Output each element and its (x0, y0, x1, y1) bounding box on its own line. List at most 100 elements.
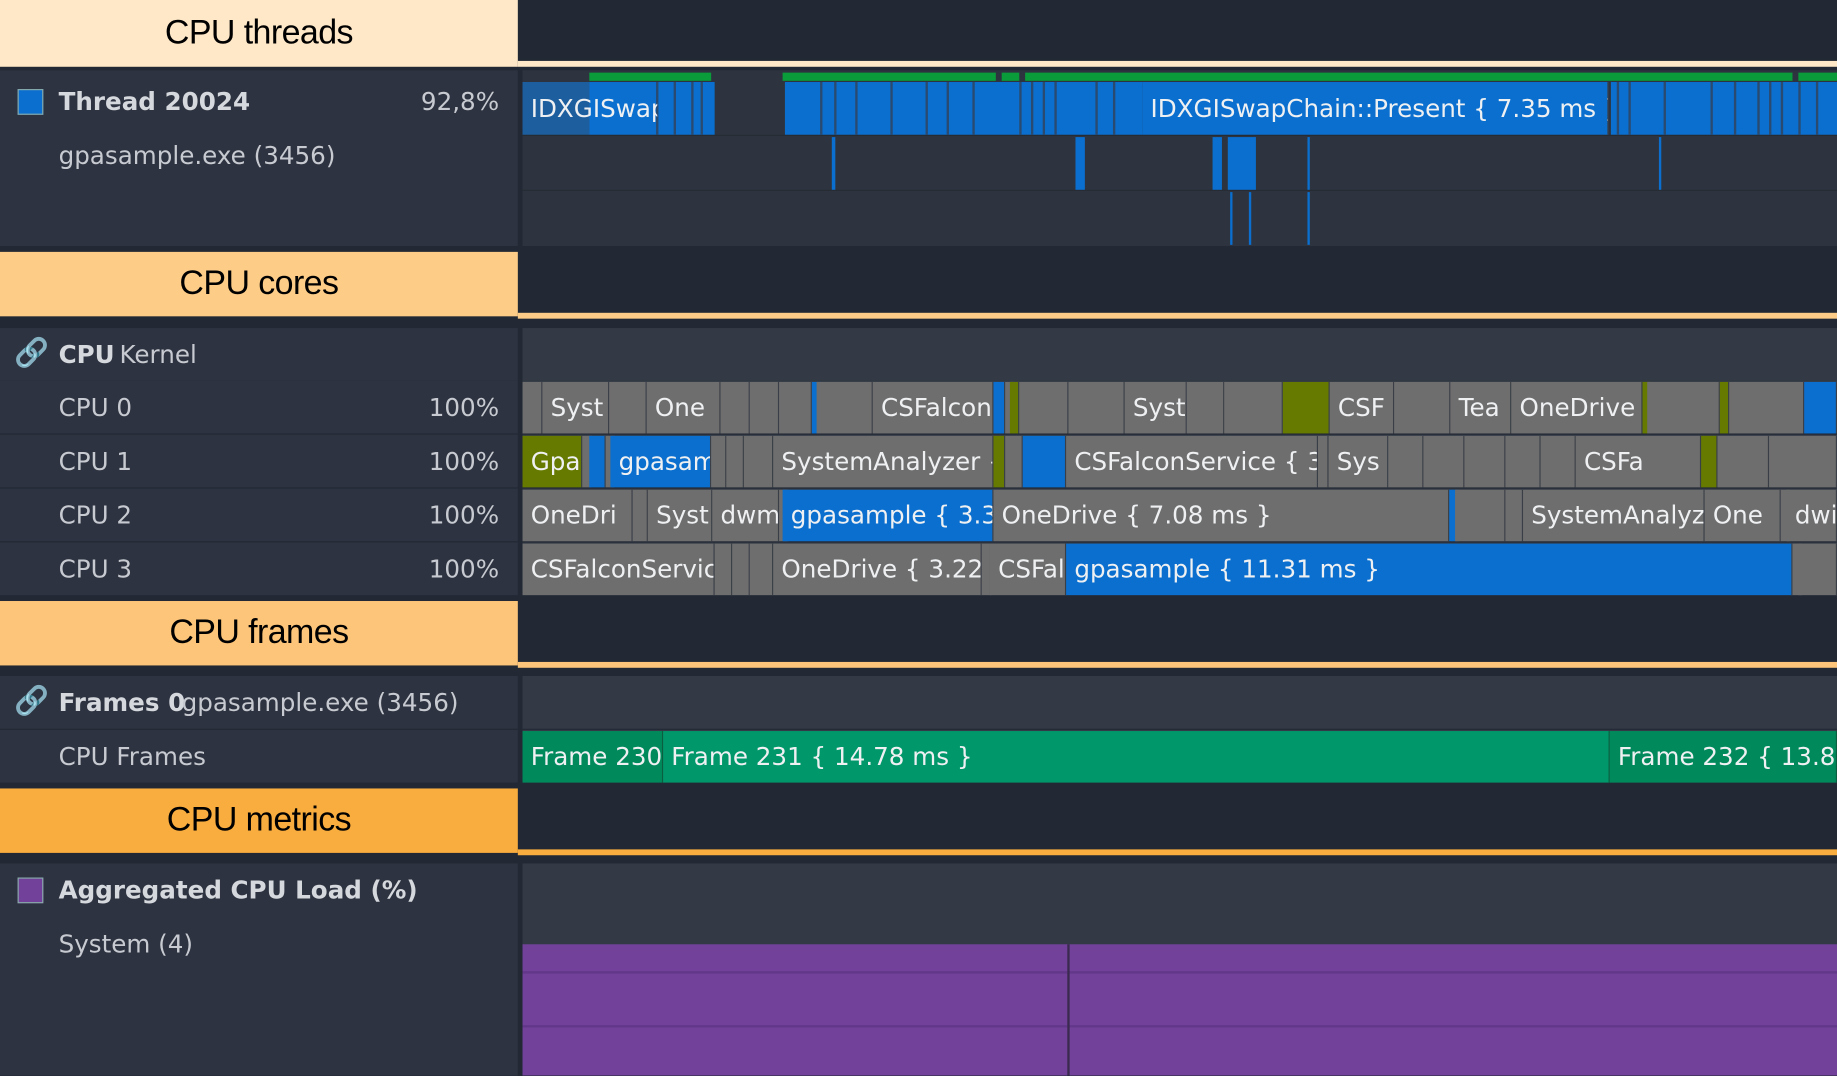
nested-slice[interactable] (1307, 137, 1310, 190)
cpu-slice[interactable] (1505, 489, 1524, 542)
cpu-slice[interactable] (743, 435, 774, 488)
cpu-slice[interactable] (720, 381, 750, 434)
cpu-slice[interactable]: gpasample { 11.31 ms } (1066, 543, 1793, 596)
frames-group-row[interactable]: 🔗 Frames 0 gpasample.exe (3456) (0, 675, 518, 729)
thread-slice[interactable]: IDXGISwap (522, 82, 658, 135)
cpu-slice[interactable]: gpasample { 3.3 (782, 489, 994, 542)
cpu-slice[interactable] (749, 543, 774, 596)
cpu-slice[interactable]: dwi (1786, 489, 1837, 542)
cpu-slice[interactable] (1540, 435, 1576, 488)
cpu-slice[interactable] (1505, 435, 1541, 488)
cpu-timeline-3[interactable]: CSFalconServic OneDrive { 3.22 CSFal gpasam… (522, 542, 1837, 596)
cpu-slice[interactable]: CSFa (1575, 435, 1702, 488)
cpu-slice[interactable] (1009, 381, 1020, 434)
cpu-slice[interactable]: Gpa (522, 435, 583, 488)
cpu-frames-timeline[interactable]: Frame 230 Frame 231 { 14.78 ms } Frame 232… (522, 729, 1837, 783)
cpu-slice[interactable]: OneDrive { 7.08 ms } (993, 489, 1450, 542)
thread-slice[interactable] (1610, 82, 1837, 135)
metrics-label-panel[interactable]: Aggregated CPU Load (%) System (4) (0, 863, 518, 1076)
cpu-slice[interactable] (749, 381, 780, 434)
section-header-cpu-threads[interactable]: CPU threads (0, 0, 518, 67)
nested-slice[interactable] (1230, 192, 1233, 245)
cpu-slice[interactable] (732, 543, 750, 596)
cpu-slice[interactable] (1005, 435, 1023, 488)
cpu-row-2[interactable]: CPU 2 100% (0, 488, 518, 542)
metric-timeline[interactable] (522, 863, 1837, 1076)
cpu-slice[interactable] (1717, 435, 1770, 488)
cpu-slice[interactable]: CSFalconServic (522, 543, 715, 596)
cpu-slice[interactable]: CSFalconService { 3. (1066, 435, 1319, 488)
nested-slice[interactable] (1658, 137, 1662, 190)
cpu-slice[interactable] (1388, 435, 1424, 488)
cpu-row-0[interactable]: CPU 0 100% (0, 380, 518, 434)
cpu-slice[interactable]: Sys (1328, 435, 1389, 488)
cpu-slice[interactable] (711, 435, 727, 488)
cpu-slice[interactable] (1719, 381, 1730, 434)
cpu-timeline-1[interactable]: Gpa gpasam SystemAnalyzer { CSFalconService… (522, 434, 1837, 488)
cpu-slice[interactable] (1282, 381, 1330, 434)
cpu-slice[interactable] (993, 435, 1006, 488)
section-header-cpu-metrics[interactable]: CPU metrics (0, 788, 518, 853)
thread-slice[interactable] (784, 82, 1143, 135)
cpu-slice[interactable] (1068, 381, 1125, 434)
cpu-slice[interactable] (726, 435, 744, 488)
nested-slice[interactable] (1307, 192, 1310, 245)
cpu-slice[interactable]: gpasam (610, 435, 712, 488)
frame-slice[interactable]: Frame 232 { 13.84 (1609, 731, 1837, 783)
cpu-slice[interactable]: dwm (712, 489, 780, 542)
cpu-slice[interactable] (1804, 381, 1837, 434)
cpu-slice[interactable] (993, 381, 1006, 434)
cpu-slice[interactable] (1022, 435, 1067, 488)
cpu-slice[interactable] (1019, 381, 1069, 434)
section-header-cpu-cores[interactable]: CPU cores (0, 251, 518, 317)
cpu-slice[interactable]: OneDri (522, 489, 633, 542)
cpu-slice[interactable]: Syst (1124, 381, 1187, 434)
cpu-slice[interactable]: OneDrive { 3.22 (773, 543, 982, 596)
cpu-slice[interactable]: One (1704, 489, 1781, 542)
nested-slice[interactable] (1075, 137, 1085, 190)
cpu-slice[interactable]: One (646, 381, 721, 434)
cpu-slice[interactable] (1729, 381, 1805, 434)
cpu-slice[interactable] (1769, 435, 1837, 488)
cpu-slice[interactable]: Tea (1450, 381, 1512, 434)
cpu-slice[interactable] (1701, 435, 1718, 488)
nested-slice[interactable] (1212, 137, 1222, 190)
cpu-group-row[interactable]: 🔗 CPU Kernel (0, 328, 518, 381)
cpu-slice[interactable] (589, 435, 606, 488)
cpu-slice[interactable] (816, 381, 873, 434)
cpu-slice[interactable] (714, 543, 733, 596)
cpu-slice[interactable] (1647, 381, 1720, 434)
thread-slice-present[interactable]: IDXGISwapChain::Present { 7.35 ms } (1142, 82, 1609, 135)
cpu-timeline-0[interactable]: Syst One CSFalcon Syst CSF Tea OneDrive (522, 380, 1837, 434)
cpu-slice[interactable] (1798, 543, 1837, 596)
cpu-slice[interactable] (1318, 435, 1329, 488)
thread-timeline[interactable]: IDXGISwap IDXGISwapChain::Present { 7.35 … (522, 70, 1837, 247)
cpu-slice[interactable]: CSFalcon (872, 381, 994, 434)
cpu-slice[interactable]: Syst (542, 381, 610, 434)
cpu-slice[interactable] (1224, 381, 1283, 434)
nested-slice[interactable] (1227, 137, 1256, 190)
cpu-frames-row[interactable]: CPU Frames (0, 729, 518, 783)
cpu-row-1[interactable]: CPU 1 100% (0, 434, 518, 488)
nested-slice[interactable] (1248, 192, 1252, 245)
cpu-slice[interactable]: OneDrive (1511, 381, 1643, 434)
cpu-slice[interactable] (1186, 381, 1225, 434)
frame-slice[interactable]: Frame 231 { 14.78 ms } (663, 731, 1610, 783)
cpu-slice[interactable] (1394, 381, 1451, 434)
cpu-slice[interactable] (1423, 435, 1465, 488)
frame-slice[interactable]: Frame 230 (522, 731, 664, 783)
cpu-slice[interactable]: CSFal (989, 543, 1067, 596)
cpu-slice[interactable]: CSF (1329, 381, 1395, 434)
cpu-timeline-2[interactable]: OneDri Syst dwm gpasample { 3.3 OneDrive { 7… (522, 488, 1837, 542)
cpu-slice[interactable] (779, 381, 812, 434)
section-header-cpu-frames[interactable]: CPU frames (0, 601, 518, 666)
cpu-slice[interactable]: SystemAnalyzer { (773, 435, 994, 488)
cpu-slice[interactable] (522, 381, 543, 434)
cpu-slice[interactable] (609, 381, 647, 434)
nested-slice[interactable] (831, 137, 836, 190)
cpu-slice[interactable] (1455, 489, 1506, 542)
cpu-slice[interactable]: SystemAnalyz (1523, 489, 1705, 542)
cpu-row-3[interactable]: CPU 3 100% (0, 542, 518, 596)
thread-label-panel[interactable]: Thread 20024 92,8% gpasample.exe (3456) (0, 70, 518, 247)
cpu-slice[interactable] (632, 489, 648, 542)
